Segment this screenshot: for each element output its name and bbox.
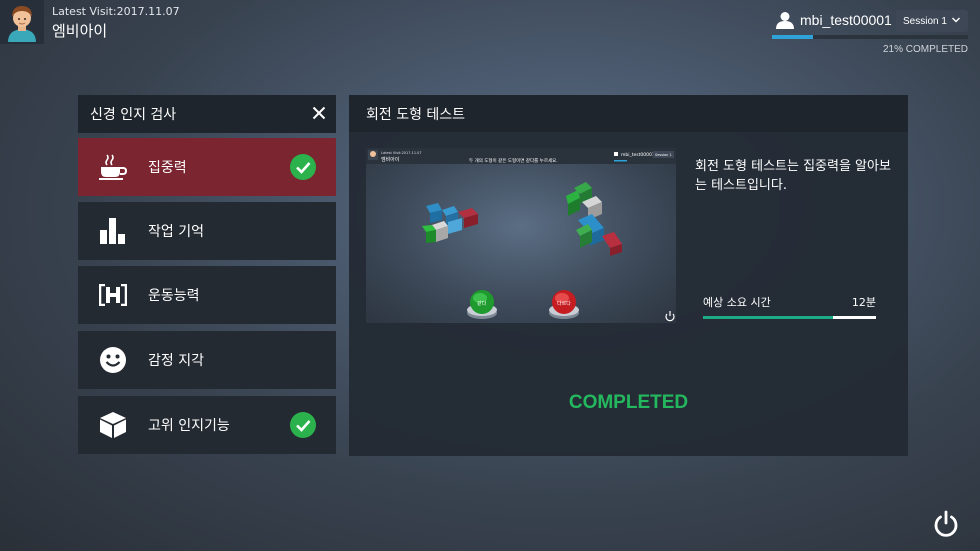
coffee-cup-icon: [78, 154, 148, 180]
preview-same-label: 같다: [477, 300, 487, 307]
dumbbell-icon: [78, 284, 148, 306]
menu-item-label: 감정 지각: [148, 353, 204, 369]
rotated-block-figure-right: [566, 182, 622, 256]
panel-title: 신경 인지 검사: [90, 107, 177, 123]
overall-progress-bar: [772, 35, 968, 39]
user-avatar-icon: [8, 6, 36, 42]
close-icon[interactable]: [312, 106, 326, 120]
test-detail-panel: 회전 도형 테스트 Latest Visit:2017.11.07 엠비아이 두…: [349, 95, 908, 456]
menu-item-higher-cognition[interactable]: 고위 인지기능: [78, 396, 336, 454]
progress-text: 21% COMPLETED: [882, 44, 968, 55]
user-icon: [776, 12, 794, 29]
estimated-time-fill: [703, 316, 833, 319]
test-header: 회전 도형 테스트: [349, 95, 908, 132]
preview-app-name: 엠비아이: [381, 156, 399, 163]
preview-username: mbi_test00001: [621, 152, 655, 158]
username: mbi_test00001: [800, 12, 892, 28]
last-visit-text: Latest Visit:2017.11.07: [52, 5, 180, 18]
menu-item-label: 운동능력: [148, 288, 200, 304]
menu-item-working-memory[interactable]: 작업 기억: [78, 202, 336, 260]
avatar: [0, 0, 44, 44]
session-label: Session 1: [903, 15, 947, 27]
test-preview-image: Latest Visit:2017.11.07 엠비아이 두 개의 도형이 같은…: [366, 148, 676, 323]
overall-progress-fill: [772, 35, 814, 39]
panel-header: 신경 인지 검사: [78, 95, 336, 133]
smiley-icon: [78, 346, 148, 374]
menu-item-concentration[interactable]: 집중력: [78, 138, 336, 196]
preview-different-label: 다르다: [557, 300, 571, 307]
preview-last-visit: Latest Visit:2017.11.07: [381, 151, 422, 155]
preview-session: Session 1: [655, 153, 672, 157]
app-name: 엠비아이: [52, 22, 108, 40]
estimated-time-bar: [703, 316, 876, 319]
menu-item-label: 작업 기억: [148, 224, 204, 240]
check-circle-icon: [290, 154, 316, 180]
menu-item-motor-ability[interactable]: 운동능력: [78, 266, 336, 324]
chevron-down-icon: [952, 17, 960, 23]
power-icon[interactable]: [933, 510, 959, 538]
preview-different-button: 다르다: [549, 290, 579, 319]
test-status: COMPLETED: [568, 392, 689, 413]
cube-icon: [78, 411, 148, 439]
preview-same-button: 같다: [467, 290, 497, 319]
user-area: mbi_test00001 Session 1 21% COMPLETED: [772, 8, 968, 60]
preview-instruction: 두 개의 도형이 같은 도형이면 같다를 누르세요.: [469, 157, 558, 164]
menu-item-label: 고위 인지기능: [148, 418, 230, 434]
top-bar: Latest Visit:2017.11.07 엠비아이 mbi_test000…: [0, 0, 980, 60]
menu-item-emotion-perception[interactable]: 감정 지각: [78, 331, 336, 389]
estimated-time-value: 12분: [851, 296, 876, 309]
check-circle-icon: [290, 412, 316, 438]
test-title: 회전 도형 테스트: [366, 106, 466, 123]
estimated-time-label: 예상 소요 시간: [703, 296, 771, 309]
preview-power-icon: [665, 311, 675, 322]
session-dropdown[interactable]: Session 1: [896, 10, 968, 32]
bar-chart-icon: [78, 217, 148, 245]
rotated-block-figure-left: [422, 203, 478, 243]
test-description: 회전 도형 테스트는 집중력을 알아보는 테스트입니다.: [695, 159, 891, 193]
test-category-panel: 신경 인지 검사 집중력 작업 기억 운동능력 감정 지각 고위 인지기능: [78, 95, 336, 456]
menu-item-label: 집중력: [148, 160, 187, 176]
preview-screenshot: Latest Visit:2017.11.07 엠비아이 두 개의 도형이 같은…: [366, 148, 676, 322]
